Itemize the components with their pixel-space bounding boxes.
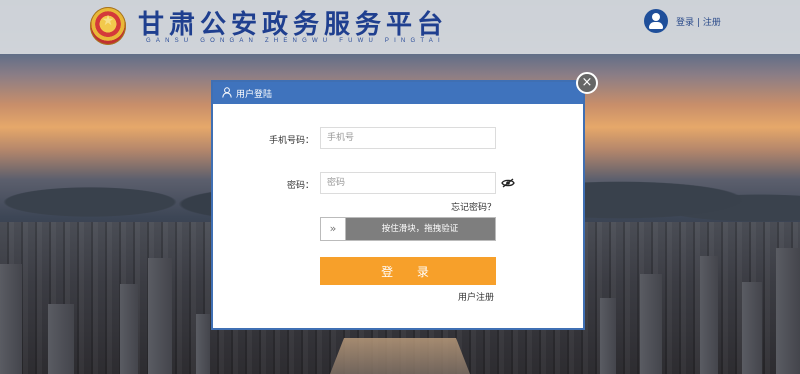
close-icon[interactable]: × xyxy=(576,72,598,94)
dialog-title: 用户登陆 xyxy=(236,90,273,100)
site-title: 甘肃公安政务服务平台 xyxy=(138,10,449,40)
password-input[interactable] xyxy=(320,172,496,194)
phone-label: 手机号码： xyxy=(268,136,314,146)
register-link[interactable]: 用户注册 xyxy=(458,290,494,303)
background-river xyxy=(330,338,470,374)
login-button[interactable]: 登 录 xyxy=(320,257,496,285)
site-title-pinyin: GANSU GONGAN ZHENGWU FUWU PINGTAI xyxy=(146,38,445,44)
slider-handle[interactable]: » xyxy=(321,218,346,240)
phone-input[interactable] xyxy=(320,127,496,149)
police-emblem-logo: ★ xyxy=(90,7,126,45)
site-header: ★ 甘肃公安政务服务平台 GANSU GONGAN ZHENGWU FUWU P… xyxy=(0,0,800,54)
user-outline-icon xyxy=(222,87,232,98)
emblem-star-icon: ★ xyxy=(101,13,115,29)
slider-hint: 按住滑块，拖拽验证 xyxy=(381,224,459,234)
login-dialog: 用户登陆 xyxy=(211,80,585,330)
forgot-password-link[interactable]: 忘记密码？ xyxy=(451,200,496,213)
eye-hidden-icon[interactable] xyxy=(501,178,515,188)
password-label: 密码： xyxy=(286,181,314,191)
slider-captcha: » 按住滑块，拖拽验证 xyxy=(320,217,496,241)
header-register-link[interactable]: 注册 xyxy=(703,18,721,28)
user-avatar-icon[interactable] xyxy=(644,9,668,33)
auth-links: 登录 | 注册 xyxy=(676,15,721,28)
header-link-separator: | xyxy=(696,18,700,28)
header-login-link[interactable]: 登录 xyxy=(676,18,694,28)
dialog-header: 用户登陆 xyxy=(213,82,583,104)
